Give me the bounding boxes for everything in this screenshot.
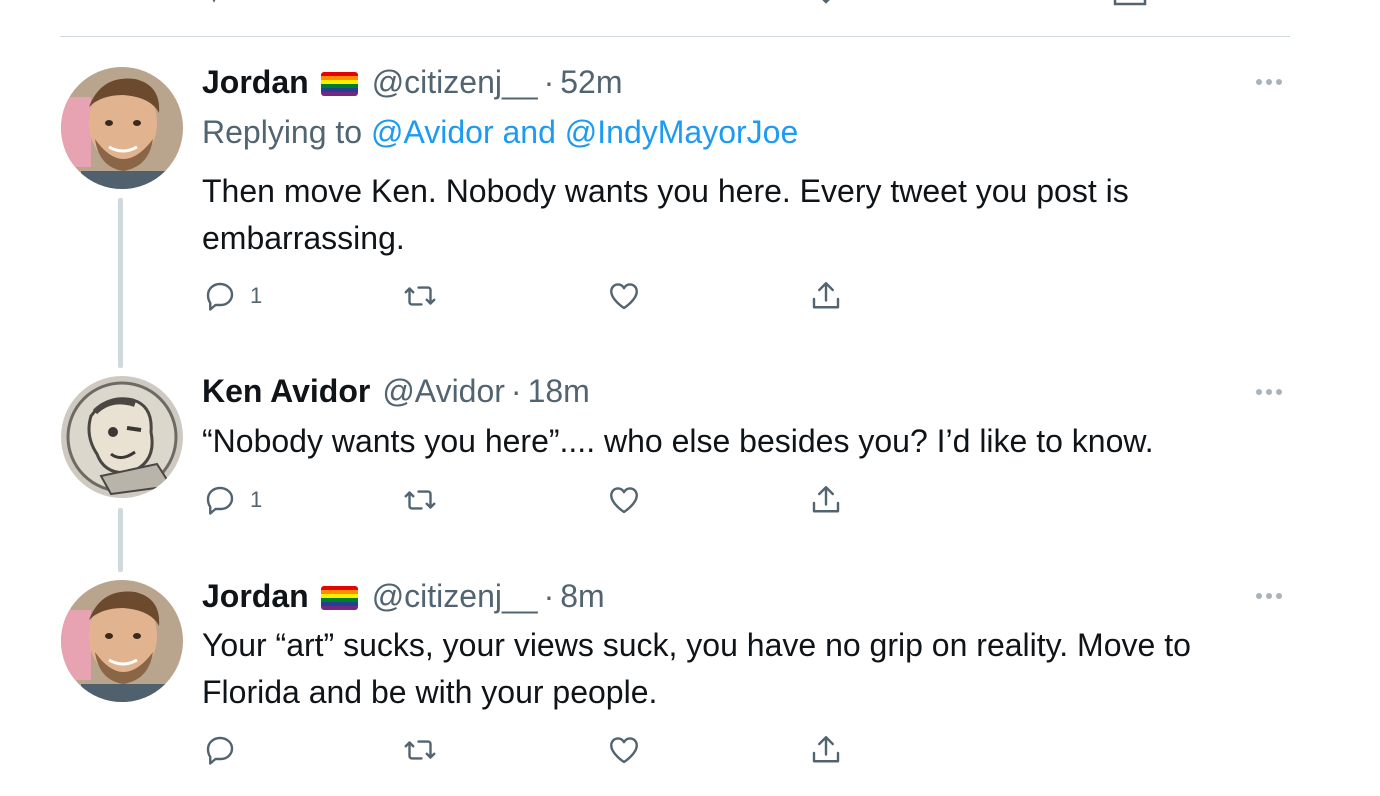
rainbow-flag-icon: [320, 586, 358, 610]
retweet-icon: [404, 286, 436, 306]
separator-dot: ·: [510, 373, 522, 409]
more-options-icon[interactable]: [1256, 382, 1288, 402]
tweet-text: “Nobody wants you here”.... who else bes…: [202, 423, 1154, 459]
more-options-icon[interactable]: [1256, 586, 1288, 606]
share-button[interactable]: [808, 730, 844, 770]
user-handle[interactable]: @citizenj__: [372, 62, 538, 102]
heart-icon: [610, 737, 638, 764]
share-button[interactable]: [808, 480, 844, 520]
retweet-button[interactable]: [402, 730, 450, 770]
timestamp[interactable]: 8m: [560, 576, 604, 616]
timestamp[interactable]: 52m: [560, 62, 622, 102]
retweet-icon: [404, 490, 436, 510]
reply-button[interactable]: 1: [202, 276, 262, 316]
display-name[interactable]: Ken Avidor: [202, 371, 370, 411]
share-icon: [812, 736, 840, 763]
retweet-button[interactable]: [402, 276, 450, 316]
reply-icon: [206, 486, 234, 515]
tweet-header: Jordan @citizenj__ · 52m: [202, 62, 622, 102]
replying-to-label: Replying to: [202, 114, 371, 150]
retweet-icon: [404, 740, 436, 760]
reply-count: 1: [250, 283, 263, 308]
tweet-text: Then move Ken. Nobody wants you here. Ev…: [202, 173, 1129, 256]
tweet-actions: 1: [0, 276, 1380, 316]
share-icon: [812, 486, 840, 513]
like-button[interactable]: [606, 276, 654, 316]
user-handle[interactable]: @citizenj__: [372, 576, 538, 616]
conversation-thread: Jordan @citizenj__ · 52m Replying to @Av…: [0, 0, 1380, 796]
tweet-header: Jordan @citizenj__ · 8m: [202, 576, 605, 616]
display-name[interactable]: Jordan: [202, 576, 309, 616]
tweet-actions: 1: [0, 480, 1380, 520]
heart-icon: [610, 283, 638, 310]
reply-button[interactable]: 1: [202, 480, 262, 520]
retweet-icon[interactable]: [502, 0, 542, 8]
heart-icon: [610, 487, 638, 514]
tweet-header: Ken Avidor @Avidor · 18m: [202, 371, 590, 411]
heart-icon[interactable]: [806, 0, 846, 8]
retweet-button[interactable]: [402, 480, 450, 520]
rainbow-flag-icon: [320, 72, 358, 96]
like-button[interactable]: [606, 480, 654, 520]
divider: [60, 36, 1290, 37]
replying-to: Replying to @Avidor and @IndyMayorJoe: [202, 112, 798, 152]
tweet-actions: [0, 730, 1380, 770]
timestamp[interactable]: 18m: [528, 371, 590, 411]
share-icon[interactable]: [1110, 0, 1150, 8]
separator-dot: ·: [543, 578, 555, 614]
user-handle[interactable]: @Avidor: [382, 371, 505, 411]
separator-dot: ·: [543, 64, 555, 100]
display-name[interactable]: Jordan: [202, 62, 309, 102]
replying-to-users-link[interactable]: @Avidor and @IndyMayorJoe: [371, 114, 798, 150]
reply-button[interactable]: [202, 730, 250, 770]
reply-icon: [206, 282, 234, 311]
share-icon: [812, 282, 840, 309]
avatar[interactable]: [61, 67, 183, 189]
avatar[interactable]: [61, 580, 183, 702]
previous-tweet-actions: [0, 0, 1380, 8]
reply-icon[interactable]: [200, 0, 240, 8]
reply-count: 1: [250, 487, 263, 512]
more-options-icon[interactable]: [1256, 72, 1288, 92]
tweet-text: Your “art” sucks, your views suck, you h…: [202, 627, 1191, 710]
like-button[interactable]: [606, 730, 654, 770]
share-button[interactable]: [808, 276, 844, 316]
reply-icon: [206, 736, 234, 765]
